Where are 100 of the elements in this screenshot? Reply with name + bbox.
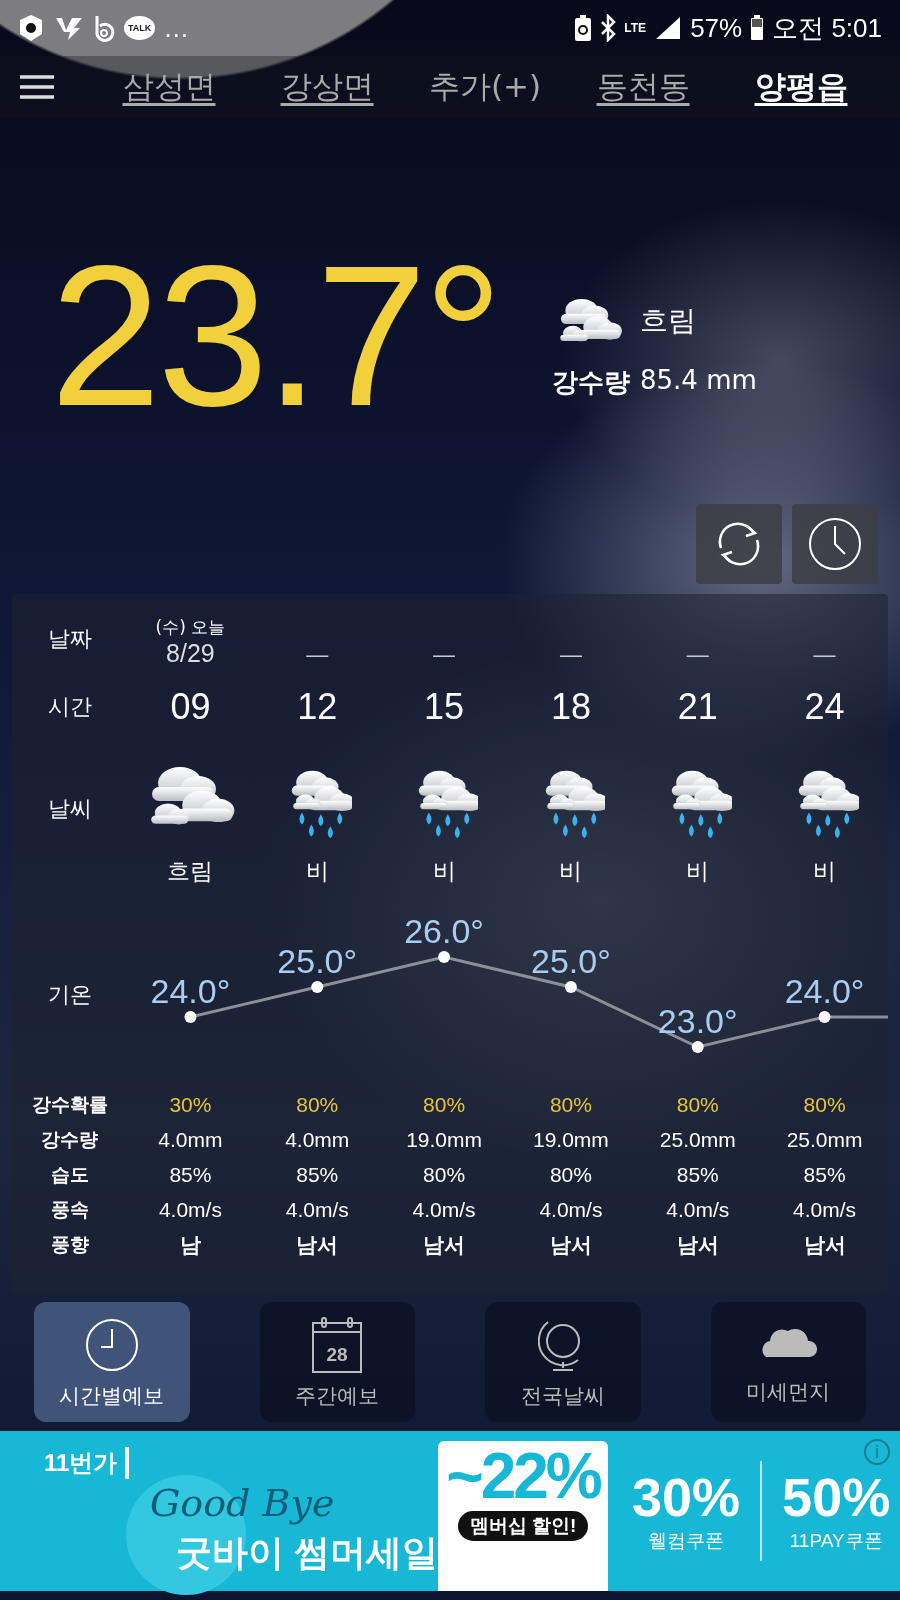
- condition-label: 비: [431, 856, 457, 886]
- temperature-label: 26.0°: [404, 912, 484, 950]
- table-cell-text: 4.0m/s: [538, 1197, 604, 1222]
- coupon-label: 11PAY쿠폰: [789, 1528, 883, 1553]
- condition-label: 흐림: [166, 856, 215, 886]
- row-label: 시간: [46, 693, 93, 721]
- membership-badge: 멤버십 할인!: [457, 1511, 589, 1542]
- table-cell-text: 4.0m/s: [665, 1197, 731, 1222]
- date-label: —: [813, 642, 836, 668]
- row-label: 기온: [46, 980, 93, 1009]
- table-cell-text: 85%: [675, 1162, 720, 1187]
- hour-label: 12: [296, 686, 339, 728]
- date-label: —: [559, 642, 582, 668]
- clock-icon: [807, 516, 863, 572]
- row-label: 풍속: [49, 1196, 90, 1222]
- table-cell-text: 85%: [295, 1162, 340, 1187]
- date-label: —: [686, 642, 709, 668]
- temperature-label: 25.0°: [531, 942, 611, 980]
- battery-percent: 57%: [690, 12, 743, 44]
- row-label: 강수확률: [30, 1091, 109, 1117]
- date-label: —: [306, 642, 329, 668]
- chat-app-icon: TALK: [124, 16, 156, 40]
- table-cell-text: 85%: [168, 1162, 213, 1187]
- nav-button[interactable]: 28 주간예보: [259, 1302, 415, 1422]
- discount-text: ~22%: [446, 1441, 600, 1512]
- condition-label: 비: [304, 856, 330, 886]
- table-cell-text: 85%: [802, 1162, 847, 1187]
- table-cell-text: 남서: [295, 1231, 340, 1259]
- precipitation-value: 85.4 mm: [640, 364, 757, 397]
- table-cell-text: 4.0m/s: [284, 1197, 350, 1222]
- table-cell-text: 남서: [548, 1231, 593, 1259]
- condition-label: 비: [812, 856, 838, 886]
- battery-icon: [750, 15, 765, 41]
- nav-button[interactable]: 시간별예보: [34, 1302, 190, 1422]
- hour-label: 09: [169, 686, 212, 728]
- current-temperature: 23.7°: [50, 236, 500, 436]
- battery-saver-icon: [574, 14, 593, 42]
- nav-button[interactable]: 미세먼지: [710, 1302, 866, 1422]
- refresh-button[interactable]: [696, 504, 782, 584]
- menu-icon[interactable]: [20, 75, 54, 99]
- location-tab[interactable]: 양평읍: [722, 62, 880, 112]
- temperature-point: [564, 981, 577, 993]
- day-label: (수) 오늘: [155, 616, 226, 639]
- bluetooth-icon: [600, 14, 617, 42]
- table-cell-text: 80%: [548, 1092, 593, 1117]
- condition-label: 비: [558, 856, 584, 886]
- temperature-label: 24.0°: [150, 972, 231, 1010]
- brand-logo: 11번가: [44, 1447, 130, 1479]
- location-tab[interactable]: 동천동: [564, 62, 722, 112]
- clock-icon: [83, 1316, 140, 1373]
- condition-label: 비: [685, 856, 711, 886]
- row-label: 날씨: [46, 795, 93, 823]
- network-type: LTE: [624, 22, 647, 34]
- table-cell-text: 30%: [168, 1092, 213, 1117]
- temperature-point: [184, 1011, 197, 1023]
- table-cell-text: 4.0m/s: [411, 1197, 477, 1222]
- table-cell-text: 4.0m/s: [157, 1197, 223, 1222]
- nav-button[interactable]: 전국날씨: [485, 1302, 641, 1422]
- table-cell-text: 80%: [675, 1092, 720, 1117]
- row-label: 습도: [49, 1161, 90, 1187]
- table-cell-text: 4.0m/s: [792, 1197, 858, 1222]
- precipitation-label: 강수량: [552, 365, 630, 399]
- hour-label: 18: [549, 686, 592, 728]
- clock-time: 오전 5:01: [772, 11, 882, 45]
- row-label: 강수량: [40, 1126, 99, 1152]
- table-cell-text: 80%: [802, 1092, 847, 1117]
- table-cell-text: 25.0mm: [658, 1127, 737, 1152]
- ad-headline: 굿바이 썸머세일: [176, 1531, 438, 1575]
- table-cell-text: 19.0mm: [532, 1127, 610, 1152]
- temperature-label: 24.0°: [784, 972, 865, 1010]
- table-cell-text: 80%: [548, 1162, 593, 1187]
- temperature-point: [818, 1011, 831, 1023]
- coupon-value: 50%: [782, 1468, 891, 1528]
- table-cell-text: 25.0mm: [785, 1127, 864, 1152]
- table-cell-text: 남서: [802, 1231, 847, 1259]
- temperature-point: [691, 1041, 704, 1053]
- location-tab[interactable]: 삼성면: [90, 62, 248, 112]
- table-cell-text: 80%: [295, 1092, 340, 1117]
- coupon-label: 웰컴쿠폰: [648, 1528, 725, 1553]
- date-label: —: [433, 642, 456, 668]
- table-cell-text: 남서: [422, 1231, 467, 1259]
- hour-label: 24: [803, 686, 846, 728]
- table-cell-text: 80%: [422, 1092, 467, 1117]
- hour-label: 21: [676, 686, 719, 728]
- location-tab[interactable]: 강상면: [248, 62, 406, 112]
- table-cell-text: 80%: [422, 1162, 467, 1187]
- hour-label: 15: [423, 686, 466, 728]
- temperature-label: 23.0°: [657, 1002, 738, 1040]
- more-notifications: …: [163, 12, 190, 44]
- table-cell-text: 4.0mm: [157, 1127, 224, 1152]
- table-cell-text: 4.0mm: [284, 1127, 351, 1152]
- temperature-point: [311, 981, 324, 993]
- date-label: 8/29: [166, 639, 215, 668]
- script-text: Good Bye: [150, 1481, 335, 1525]
- temperature-point: [438, 951, 451, 963]
- clock-button[interactable]: [792, 504, 878, 584]
- table-cell-text: 남: [178, 1231, 202, 1259]
- temperature-label: 25.0°: [277, 942, 358, 980]
- weather-condition: 흐림: [640, 303, 696, 340]
- location-tab[interactable]: 추가(+): [406, 62, 564, 112]
